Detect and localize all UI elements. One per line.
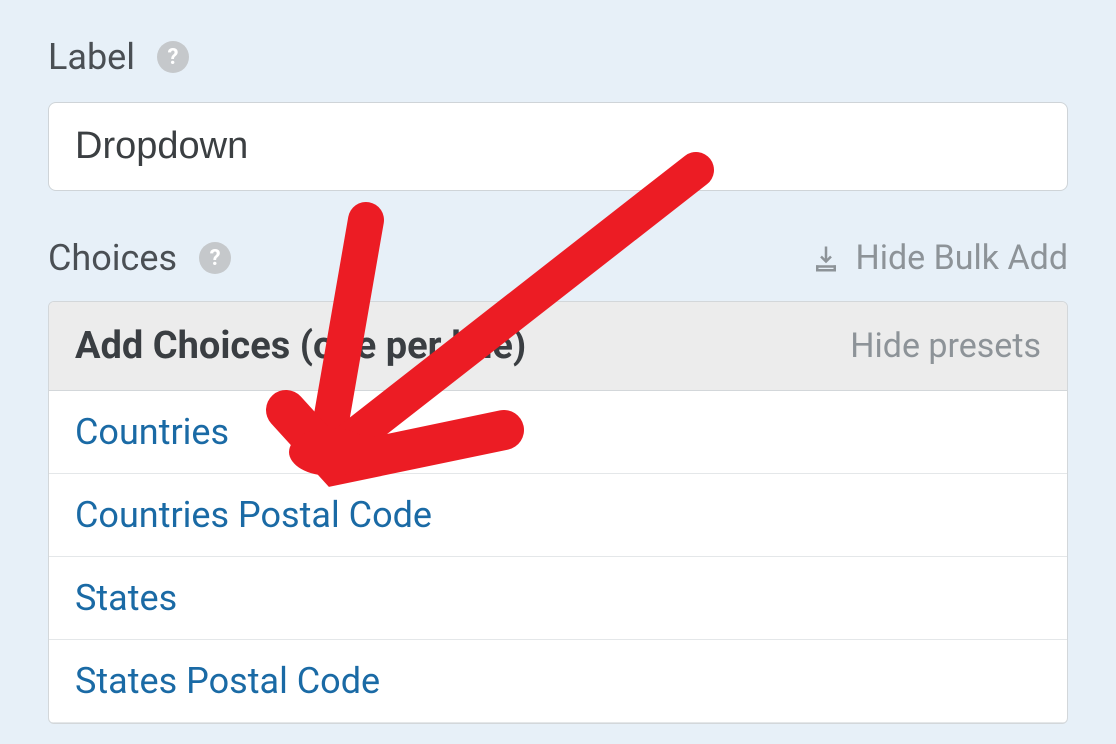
- label-input[interactable]: [48, 102, 1068, 191]
- help-icon[interactable]: ?: [199, 242, 231, 274]
- download-icon: [811, 243, 841, 273]
- label-title: Label: [48, 36, 135, 78]
- hide-bulk-add-link[interactable]: Hide Bulk Add: [811, 238, 1068, 278]
- choices-panel: Add Choices (one per line) Hide presets …: [48, 301, 1068, 724]
- help-icon[interactable]: ?: [157, 41, 189, 73]
- preset-states[interactable]: States: [49, 557, 1067, 640]
- choices-header-row: Choices ? Hide Bulk Add: [48, 237, 1068, 279]
- preset-states-postal-code[interactable]: States Postal Code: [49, 640, 1067, 723]
- choices-title-group: Choices ?: [48, 237, 231, 279]
- label-field-header: Label ?: [48, 36, 1068, 78]
- preset-countries-postal-code[interactable]: Countries Postal Code: [49, 474, 1067, 557]
- preset-countries[interactable]: Countries: [49, 391, 1067, 474]
- choices-panel-title: Add Choices (one per line): [75, 324, 526, 368]
- hide-presets-link[interactable]: Hide presets: [850, 326, 1041, 366]
- choices-title: Choices: [48, 237, 177, 279]
- choices-panel-header: Add Choices (one per line) Hide presets: [49, 302, 1067, 391]
- hide-bulk-add-label: Hide Bulk Add: [855, 238, 1068, 278]
